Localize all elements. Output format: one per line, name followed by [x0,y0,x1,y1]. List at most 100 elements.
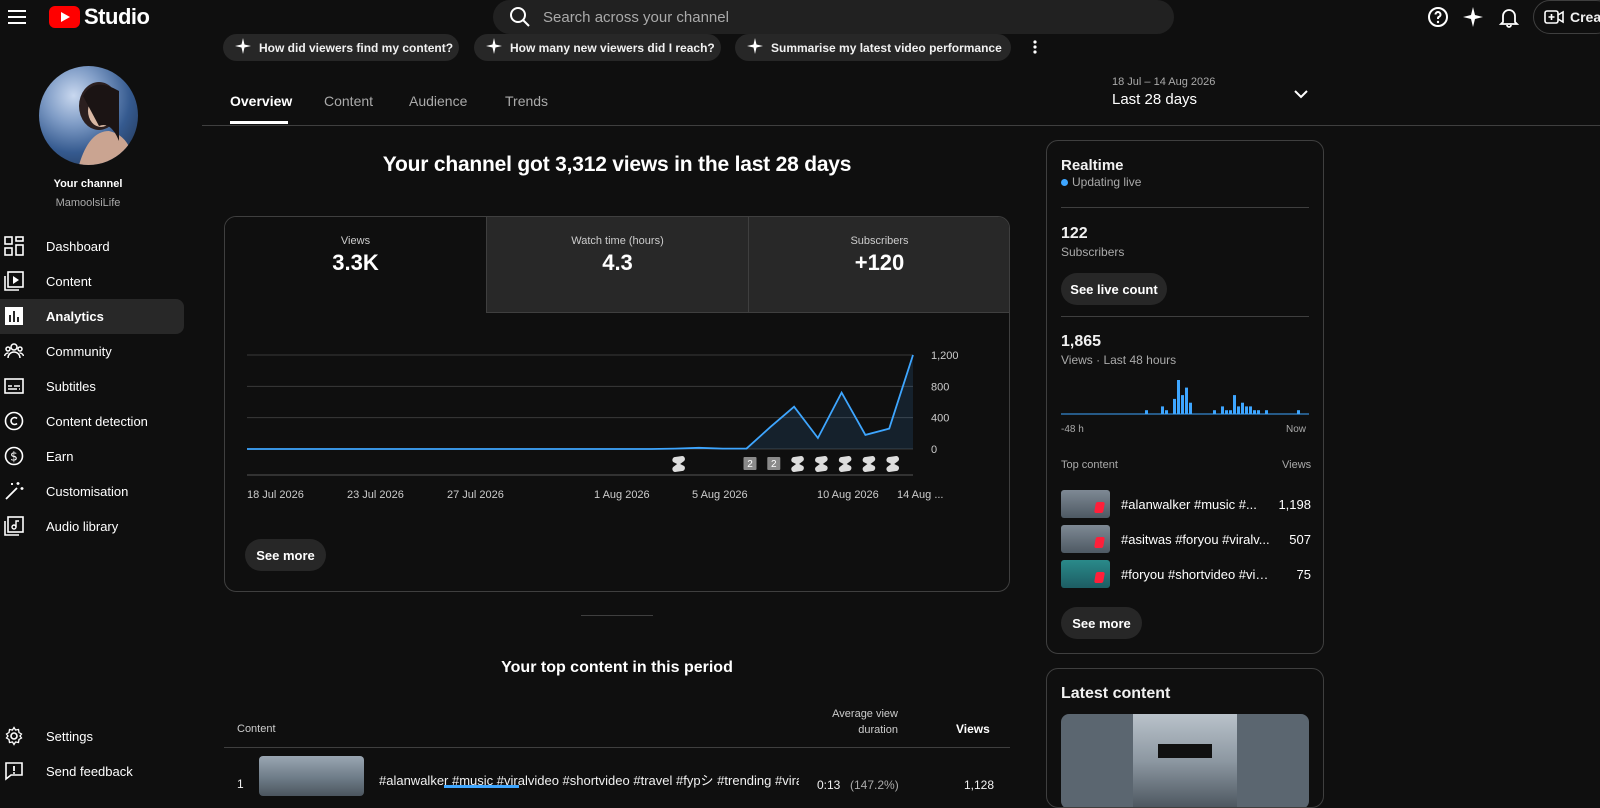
realtime-bar [1181,395,1184,414]
channel-avatar[interactable] [39,66,138,165]
date-period-label[interactable]: Last 28 days [1112,91,1197,108]
table-row[interactable]: 1 #alanwalker #music #viralvideo #shortv… [224,748,1010,796]
date-range-text[interactable]: 18 Jul – 14 Aug 2026 [1112,76,1215,88]
y-tick-label: 1,200 [931,350,959,362]
metric-views[interactable]: Views 3.3K [225,217,486,313]
views-line-chart: 0 400 800 1,200 2 2 18 Jul 2026 23 Jul 2026 27 J… [247,350,959,501]
create-video-icon [1544,10,1564,24]
subscribers-label: Subscribers [1061,245,1125,259]
dashboard-icon [4,236,24,256]
list-item[interactable]: #foryou #shortvideo #vira... 75 [1061,560,1311,590]
search-placeholder: Search across your channel [543,8,729,26]
chevron-down-icon[interactable] [1293,86,1309,102]
video-thumbnail[interactable] [259,756,364,796]
sidebar-item-content[interactable]: Content [0,264,184,299]
prompt-chip-summarise[interactable]: Summarise my latest video performance [735,34,1011,61]
realtime-bar [1165,410,1168,414]
sidebar-item-dashboard[interactable]: Dashboard [0,229,184,264]
views-48h-label: Views · Last 48 hours [1061,353,1177,367]
realtime-bar [1233,395,1236,414]
metric-subscribers[interactable]: Subscribers +120 [748,217,1009,313]
views-48h-count: 1,865 [1061,333,1102,350]
section-divider [581,615,653,616]
tab-audience[interactable]: Audience [409,93,467,109]
realtime-bar [1161,406,1164,414]
copyright-icon [4,411,24,431]
video-marker-count: 2 [747,459,753,470]
sidebar-item-audio-library[interactable]: Audio library [0,509,184,544]
sidebar-item-subtitles[interactable]: Subtitles [0,369,184,404]
x-tick-label: 5 Aug 2026 [692,489,748,501]
video-title[interactable]: #alanwalker #music #viralvideo #shortvid… [379,770,799,789]
sidebar-item-analytics[interactable]: Analytics [0,299,184,334]
sidebar-item-community[interactable]: Community [0,334,184,369]
menu-icon[interactable] [6,6,28,28]
latest-video-thumbnail[interactable] [1061,714,1309,807]
y-tick-label: 400 [931,413,949,425]
realtime-bar [1253,410,1256,414]
more-options-icon[interactable] [1029,38,1041,56]
x-tick-label: 10 Aug 2026 [817,489,879,501]
sidebar-item-customisation[interactable]: Customisation [0,474,184,509]
sparkle-icon [747,38,763,54]
sidebar-item-send-feedback[interactable]: Send feedback [0,754,184,789]
analytics-icon [5,307,23,325]
channel-name: MamoolsiLife [55,197,121,209]
video-thumbnail [1061,560,1110,588]
shorts-icon [886,456,899,472]
tab-overview[interactable]: Overview [230,93,292,109]
sparkle-icon[interactable] [1462,6,1484,28]
list-item[interactable]: #alanwalker #music #... 1,198 [1061,490,1311,520]
avatar-image [79,82,134,165]
realtime-bar [1257,410,1260,414]
axis-start-label: -48 h [1061,424,1084,435]
prompt-chip-viewers-find[interactable]: How did viewers find my content? [223,34,459,61]
realtime-bar [1249,406,1252,414]
x-tick-label: 23 Jul 2026 [347,489,404,501]
youtube-play-icon [49,6,80,28]
sidebar-item-settings[interactable]: Settings [0,719,184,754]
realtime-bar [1173,398,1176,414]
help-icon[interactable] [1427,6,1449,28]
realtime-bar [1229,410,1232,414]
video-thumbnail [1061,525,1110,553]
overview-card: Views 3.3K Watch time (hours) 4.3 Subscr… [224,216,1010,592]
create-button[interactable]: Creat [1533,0,1600,34]
svg-text:$: $ [10,450,18,464]
see-more-button[interactable]: See more [245,539,326,571]
notifications-icon[interactable] [1498,6,1520,28]
subtitles-icon [4,378,24,394]
sidebar-item-content-detection[interactable]: Content detection [0,404,184,439]
realtime-bar [1213,410,1216,414]
search-input[interactable]: Search across your channel [493,0,1174,34]
metric-watch-time[interactable]: Watch time (hours) 4.3 [486,217,748,313]
realtime-bar [1145,410,1148,414]
earn-icon: $ [4,446,24,466]
realtime-bar [1185,387,1188,414]
prompt-chip-new-viewers[interactable]: How many new viewers did I reach? [474,34,721,61]
see-live-count-button[interactable]: See live count [1061,273,1167,305]
shorts-icon [672,456,685,472]
sparkle-icon [235,38,251,54]
shorts-icon [862,456,876,472]
realtime-bar [1241,402,1244,414]
tab-active-indicator [230,121,288,124]
studio-logo[interactable]: Studio [49,4,150,30]
shorts-icon [838,456,852,472]
realtime-see-more-button[interactable]: See more [1061,607,1142,639]
list-item[interactable]: #asitwas #foryou #viralv... 507 [1061,525,1311,555]
realtime-bar [1221,406,1224,414]
divider [1061,316,1309,317]
updating-live-label: Updating live [1072,175,1142,189]
y-tick-label: 0 [931,444,937,456]
realtime-bar-chart [1061,380,1309,415]
realtime-bar [1265,410,1268,414]
search-icon [510,7,530,27]
feedback-icon [5,762,23,781]
x-tick-label: 27 Jul 2026 [447,489,504,501]
sidebar-item-earn[interactable]: $ Earn [0,439,184,474]
tab-content[interactable]: Content [324,93,373,109]
realtime-title: Realtime [1061,157,1124,174]
tab-trends[interactable]: Trends [505,93,548,109]
magic-wand-icon [5,482,24,500]
